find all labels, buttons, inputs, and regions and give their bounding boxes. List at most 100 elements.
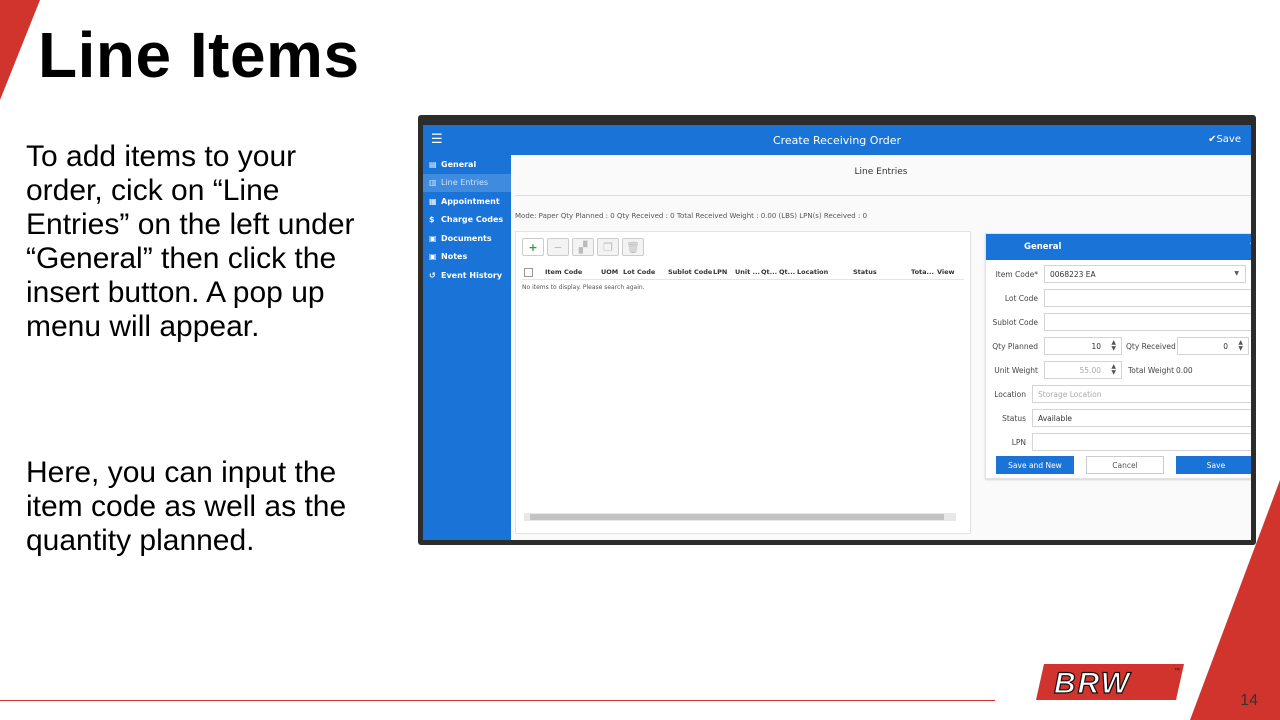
grid-toolbar: + − ▞ ❐ 🗑 [522, 238, 644, 256]
page-number: 14 [1240, 692, 1258, 709]
calendar-icon: ▦ [429, 196, 437, 206]
lpn-input[interactable] [1032, 433, 1251, 451]
sidebar-item-documents[interactable]: ▣ Documents [423, 229, 511, 248]
sidebar-item-general[interactable]: ▤ General [423, 155, 511, 174]
sidebar-item-label: Event History [441, 270, 503, 280]
form-save-button[interactable]: Save [1176, 456, 1251, 474]
pallet-button[interactable]: ▞ [572, 238, 594, 256]
qty-planned-input[interactable]: 10 ▲ ▼ [1044, 337, 1122, 355]
location-label: Location [994, 390, 1026, 399]
unit-weight-label: Unit Weight [994, 366, 1038, 375]
total-weight-label: Total Weight [1128, 366, 1175, 375]
form-actions: Save and New Cancel Save [986, 456, 1251, 474]
column-header[interactable]: Lot Code [623, 268, 668, 279]
qty-planned-value: 10 [1091, 342, 1101, 351]
lot-code-row: Lot Code [986, 289, 1251, 307]
spinner-icon[interactable]: ▲ ▼ [1238, 340, 1243, 352]
panel-title: Line Entries [854, 167, 908, 177]
sidebar-item-label: General [441, 159, 477, 169]
save-and-new-button[interactable]: Save and New [996, 456, 1074, 474]
save-button[interactable]: ✔Save [1208, 134, 1241, 145]
column-header[interactable]: Location [797, 268, 853, 279]
column-header[interactable]: Item Code [545, 268, 601, 279]
sublot-code-input[interactable] [1044, 313, 1251, 331]
empty-message: No items to display. Please search again… [522, 284, 645, 291]
sublot-code-row: Sublot Code [986, 313, 1251, 331]
item-code-value: 0068223 EA [1050, 270, 1096, 279]
delete-button[interactable]: 🗑 [622, 238, 644, 256]
svg-text:™: ™ [1174, 667, 1180, 674]
chevron-up-icon[interactable]: ⌃ [1248, 241, 1251, 251]
red-corner-accent [0, 0, 40, 100]
spinner-icon[interactable]: ▲ ▼ [1111, 364, 1116, 376]
instruction-paragraph-1: To add items to your order, cick on “Lin… [26, 140, 355, 343]
qty-received-value: 0 [1223, 342, 1228, 351]
lpn-label: LPN [1011, 438, 1026, 447]
status-row: Status Available ▼ [986, 409, 1251, 427]
column-header[interactable]: Status [853, 268, 911, 279]
lot-code-input[interactable] [1044, 289, 1251, 307]
spinner-icon[interactable]: ▲ ▼ [1111, 340, 1116, 352]
unit-weight-value: 55.00 [1079, 366, 1101, 375]
item-code-row: Item Code* 0068223 EA ▼ + [986, 265, 1251, 283]
qty-row: Qty Planned 10 ▲ ▼ Qty Received 0 ▲ ▼ [986, 337, 1251, 355]
history-icon: ↺ [429, 270, 436, 280]
footer-divider [0, 700, 995, 701]
column-header[interactable]: Tota... [911, 268, 937, 279]
sublot-code-label: Sublot Code [992, 318, 1038, 327]
form-title: General [1024, 242, 1062, 252]
column-header[interactable]: UOM [601, 268, 623, 279]
receiving-order-app: ☰ Create Receiving Order ✔Save ▤ General… [423, 125, 1251, 540]
column-header[interactable]: LPN [713, 268, 735, 279]
column-header[interactable]: Sublot Code [668, 268, 713, 279]
sidebar-item-event-history[interactable]: ↺ Event History [423, 266, 511, 285]
grid-header: Item Code UOM Lot Code Sublot Code LPN U… [522, 268, 964, 280]
horizontal-scrollbar[interactable] [524, 513, 956, 521]
status-value: Available [1038, 414, 1072, 423]
sidebar-item-label: Appointment [441, 196, 500, 206]
slide-title: Line Items [38, 19, 360, 91]
document-icon: ▣ [429, 233, 437, 243]
brw-logo: BRW ™ [1036, 664, 1184, 701]
qty-received-input[interactable]: 0 ▲ ▼ [1177, 337, 1249, 355]
add-item-icon[interactable]: + [1249, 265, 1252, 283]
column-header[interactable]: Qt... [779, 268, 797, 279]
sidebar: ▤ General ▥ Line Entries ▦ Appointment $… [423, 155, 511, 540]
id-card-icon: ▤ [429, 159, 437, 169]
item-code-label: Item Code* [995, 270, 1038, 279]
sidebar-item-charge-codes[interactable]: $ Charge Codes [423, 211, 511, 230]
sidebar-item-appointment[interactable]: ▦ Appointment [423, 192, 511, 211]
item-code-select[interactable]: 0068223 EA ▼ [1044, 265, 1246, 283]
sidebar-item-notes[interactable]: ▣ Notes [423, 248, 511, 267]
app-screenshot-frame: ☰ Create Receiving Order ✔Save ▤ General… [418, 115, 1256, 545]
dollar-icon: $ [429, 215, 435, 225]
status-select[interactable]: Available ▼ [1032, 409, 1251, 427]
column-header[interactable]: Unit ... [735, 268, 761, 279]
total-weight-value: 0.00 [1176, 366, 1193, 375]
instruction-paragraph-2: Here, you can input the item code as wel… [26, 456, 347, 557]
column-header[interactable]: View [937, 268, 957, 279]
trash-icon: ▥ [429, 178, 437, 188]
sidebar-item-line-entries[interactable]: ▥ Line Entries [423, 173, 511, 192]
qty-planned-label: Qty Planned [992, 342, 1038, 351]
order-summary: Mode: Paper Qty Planned : 0 Qty Received… [515, 212, 868, 220]
select-all-checkbox[interactable] [524, 268, 533, 277]
location-row: Location Storage Location ▼ [986, 385, 1251, 403]
sidebar-item-label: Notes [441, 252, 468, 262]
column-header[interactable]: Qt... [761, 268, 779, 279]
qty-received-label: Qty Received [1126, 342, 1176, 351]
main-content: Line Entries Mode: Paper Qty Planned : 0… [511, 155, 1251, 540]
svg-text:BRW: BRW [1054, 667, 1132, 700]
copy-button[interactable]: ❐ [597, 238, 619, 256]
sidebar-item-label: Charge Codes [441, 215, 504, 225]
insert-button[interactable]: + [522, 238, 544, 256]
line-entry-form: General ⌃ Item Code* 0068223 EA ▼ + Lot … [985, 233, 1251, 479]
divider [515, 195, 1251, 196]
cancel-button[interactable]: Cancel [1086, 456, 1164, 474]
app-title: Create Receiving Order [772, 134, 902, 147]
status-label: Status [1002, 414, 1026, 423]
remove-button[interactable]: − [547, 238, 569, 256]
unit-weight-input[interactable]: 55.00 ▲ ▼ [1044, 361, 1122, 379]
location-placeholder: Storage Location [1038, 390, 1102, 399]
location-select[interactable]: Storage Location ▼ [1032, 385, 1251, 403]
